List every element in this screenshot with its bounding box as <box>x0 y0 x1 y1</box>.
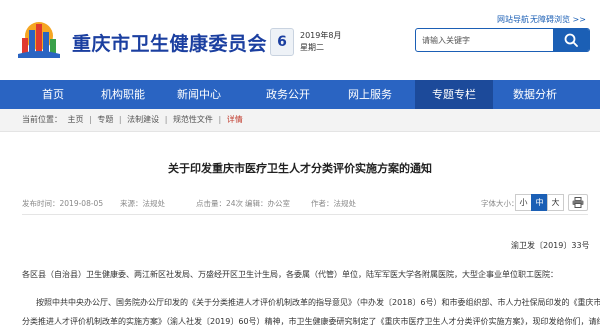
date-widget: 6 2019年8月 星期二 <box>270 28 342 56</box>
meta-editor: 编辑：办公室 <box>245 199 290 208</box>
nav-item-functions[interactable]: 机构职能 <box>92 80 154 109</box>
breadcrumb-bar: 当前位置： 主页 | 专题 | 法制建设 | 规范性文件 | 详情 <box>0 109 600 132</box>
breadcrumb-item-normative-docs[interactable]: 规范性文件 <box>173 115 213 124</box>
article-paragraph-line: 分类推进人才评价机制改革的实施方案》（渝人社发〔2019〕60号）精神，市卫生健… <box>22 317 600 326</box>
meta-published: 发布时间：2019-08-05 <box>22 199 104 208</box>
search-icon <box>564 33 578 47</box>
font-size-label: 字体大小： <box>481 199 519 208</box>
meta-source: 来源：法规处 <box>120 199 165 208</box>
accessible-browse-link[interactable]: 无障碍浏览 >> <box>530 14 586 25</box>
breadcrumb-separator: | <box>164 115 168 124</box>
nav-item-news[interactable]: 新闻中心 <box>168 80 230 109</box>
nav-item-online-services[interactable]: 网上服务 <box>339 80 401 109</box>
breadcrumb-item-topics[interactable]: 专题 <box>97 115 113 124</box>
article-title: 关于印发重庆市医疗卫生人才分类评价实施方案的通知 <box>168 162 432 175</box>
nav-item-gov-affairs[interactable]: 政务公开 <box>257 80 319 109</box>
breadcrumb-prefix: 当前位置： <box>22 115 62 124</box>
breadcrumb-item-legal[interactable]: 法制建设 <box>127 115 159 124</box>
main-nav: 首页 机构职能 新闻中心 政务公开 网上服务 专题专栏 数据分析 <box>0 80 600 109</box>
font-size-medium-button[interactable]: 中 <box>531 194 548 211</box>
print-button[interactable] <box>568 194 588 211</box>
font-size-small-button[interactable]: 小 <box>515 194 532 211</box>
date-day: 6 <box>270 28 294 56</box>
nav-item-data-analysis[interactable]: 数据分析 <box>504 80 566 109</box>
logo-icon <box>18 22 60 58</box>
article-meta: 发布时间：2019-08-05 来源：法规处 点击量：24次 编辑：办公室 作者… <box>0 194 600 214</box>
site-nav-link[interactable]: 网站导航 <box>497 14 529 25</box>
site-header: 重庆市卫生健康委员会 6 2019年8月 星期二 网站导航 无障碍浏览 >> <box>0 0 600 80</box>
site-logo[interactable] <box>16 20 62 60</box>
font-size-large-button[interactable]: 大 <box>547 194 564 211</box>
search-box <box>415 28 590 52</box>
meta-views: 点击量：24次 <box>196 199 244 208</box>
nav-item-home[interactable]: 首页 <box>22 80 84 109</box>
printer-icon <box>572 197 584 208</box>
meta-author: 作者：法规处 <box>311 199 356 208</box>
breadcrumb-item-current: 详情 <box>226 115 243 124</box>
search-button[interactable] <box>553 29 589 51</box>
breadcrumb: 当前位置： 主页 | 专题 | 法制建设 | 规范性文件 | 详情 <box>22 114 246 125</box>
article-paragraph-line: 按照中共中央办公厅、国务院办公厅印发的《关于分类推进人才评价机制改革的指导意见》… <box>36 298 600 307</box>
search-input[interactable] <box>416 29 551 51</box>
document-number: 渝卫发〔2019〕33号 <box>511 241 590 250</box>
meta-divider <box>22 214 588 215</box>
breadcrumb-item-home[interactable]: 主页 <box>68 115 84 124</box>
date-weekday: 星期二 <box>300 43 324 52</box>
breadcrumb-separator: | <box>89 115 92 124</box>
breadcrumb-separator: | <box>118 115 122 124</box>
breadcrumb-separator: | <box>218 115 222 124</box>
date-year-month: 2019年8月 <box>300 31 342 40</box>
article-salutation: 各区县（自治县）卫生健康委、两江新区社发局、万盛经开区卫生计生局，各委属（代管）… <box>22 270 558 279</box>
site-title[interactable]: 重庆市卫生健康委员会 <box>72 29 267 56</box>
nav-item-special-topics[interactable]: 专题专栏 <box>415 80 493 109</box>
